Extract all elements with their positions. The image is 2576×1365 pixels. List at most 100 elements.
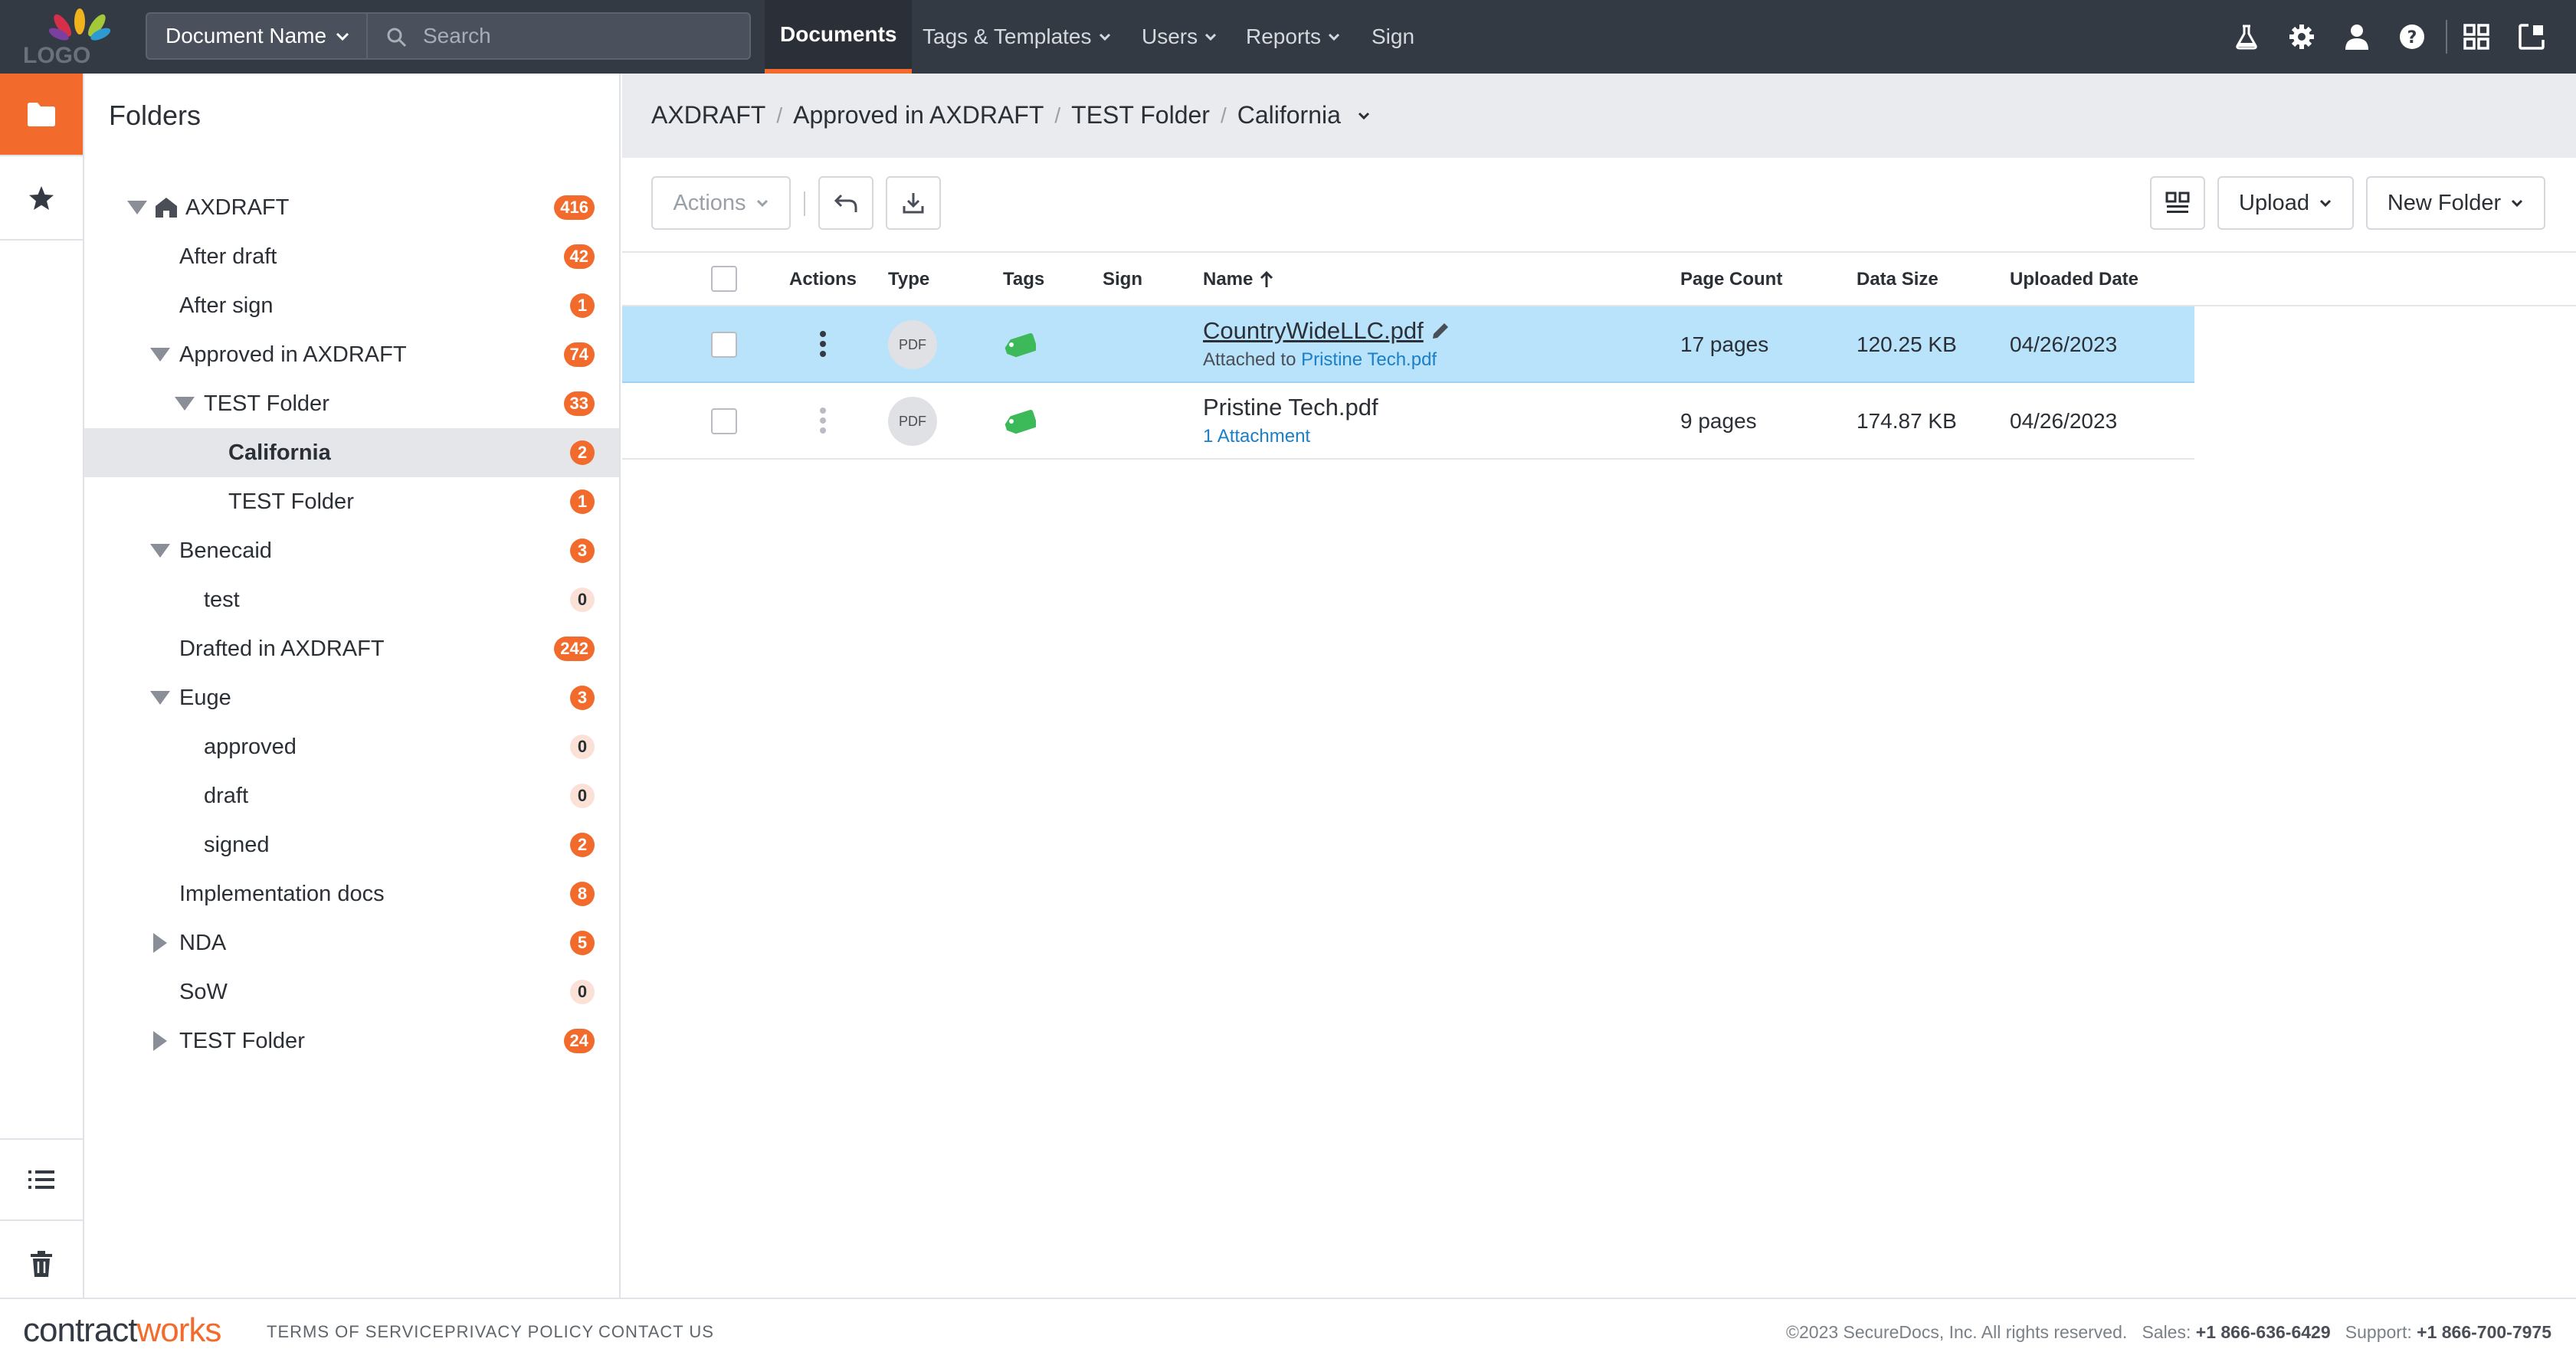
tree-item-approved-in-axdraft[interactable]: Approved in AXDRAFT 74 — [84, 330, 619, 379]
upload-button[interactable]: Upload — [2217, 176, 2354, 230]
select-all-checkbox[interactable] — [711, 266, 737, 292]
tree-item-signed[interactable]: signed 2 — [84, 820, 619, 869]
undo-button[interactable] — [818, 176, 873, 230]
page-count-cell: 17 pages — [1680, 332, 1769, 356]
app-logo[interactable]: LOGO — [15, 6, 130, 68]
tree-item-sow[interactable]: SoW 0 — [84, 967, 619, 1016]
tree-item-test-folder[interactable]: TEST Folder 33 — [84, 379, 619, 428]
tree-item-label: test — [204, 587, 240, 612]
apps-grid-icon[interactable] — [2460, 20, 2493, 54]
brand-part-a: contract — [23, 1311, 138, 1349]
attachments-link[interactable]: 1 Attachment — [1203, 426, 1310, 447]
new-folder-label: New Folder — [2387, 190, 2502, 215]
breadcrumb-item-approved[interactable]: Approved in AXDRAFT — [793, 101, 1044, 129]
search-icon — [387, 28, 407, 47]
table-row[interactable]: PDF CountryWideLLC.pdf Attached to Prist… — [622, 306, 2194, 383]
tree-item-label: AXDRAFT — [185, 195, 290, 220]
download-button[interactable] — [886, 176, 941, 230]
column-header-name[interactable]: Name — [1203, 253, 1274, 306]
count-badge: 1 — [570, 293, 595, 318]
tree-item-nda[interactable]: NDA 5 — [84, 918, 619, 967]
tag-icon[interactable] — [1001, 408, 1036, 435]
tab-reports-label: Reports — [1246, 25, 1322, 48]
tree-item-after-draft[interactable]: After draft 42 — [84, 232, 619, 281]
tree-item-label: California — [228, 440, 331, 465]
gear-icon[interactable] — [2285, 20, 2319, 54]
help-icon[interactable]: ? — [2395, 20, 2429, 54]
tab-reports[interactable]: Reports — [1231, 0, 1356, 74]
row-checkbox[interactable] — [711, 332, 737, 358]
document-name-dropdown[interactable]: Document Name — [146, 12, 368, 60]
tab-tags-templates-label: Tags & Templates — [923, 25, 1092, 48]
tree-item-drafted-in-axdraft[interactable]: Drafted in AXDRAFT 242 — [84, 624, 619, 673]
toolbar-divider — [804, 191, 805, 216]
terms-of-service-link[interactable]: TERMS OF SERVICE — [267, 1322, 444, 1342]
collapse-icon[interactable] — [150, 691, 170, 705]
collapse-icon[interactable] — [150, 544, 170, 558]
count-badge: 5 — [570, 931, 595, 955]
tree-item-test-folder-nested[interactable]: TEST Folder 1 — [84, 477, 619, 526]
column-header-type[interactable]: Type — [888, 253, 929, 306]
collapse-icon[interactable] — [150, 348, 170, 362]
rail-trash-button[interactable] — [0, 1223, 83, 1305]
tree-item-after-sign[interactable]: After sign 1 — [84, 281, 619, 330]
contact-us-link[interactable]: CONTACT US — [598, 1322, 714, 1342]
tree-item-test-folder-root[interactable]: TEST Folder 24 — [84, 1016, 619, 1065]
row-actions-kebab-icon[interactable] — [820, 331, 826, 357]
expand-icon[interactable] — [153, 933, 167, 953]
collapse-icon[interactable] — [127, 201, 147, 214]
expand-icon[interactable] — [153, 1031, 167, 1051]
tree-item-benecaid[interactable]: Benecaid 3 — [84, 526, 619, 575]
search-input[interactable]: Search — [366, 12, 751, 60]
tree-item-label: After draft — [179, 244, 277, 269]
view-toggle-button[interactable] — [2150, 176, 2205, 230]
breadcrumb-item-axdraft[interactable]: AXDRAFT — [651, 101, 765, 129]
count-badge: 242 — [554, 637, 595, 661]
tab-sign[interactable]: Sign — [1356, 0, 1430, 74]
tree-item-euge[interactable]: Euge 3 — [84, 673, 619, 722]
tree-item-draft[interactable]: draft 0 — [84, 771, 619, 820]
count-badge: 3 — [570, 538, 595, 563]
rail-favorites-button[interactable] — [0, 158, 83, 241]
table-row[interactable]: PDF Pristine Tech.pdf 1 Attachment 9 pag… — [622, 383, 2194, 460]
pdf-file-icon: PDF — [888, 320, 937, 369]
user-icon[interactable] — [2340, 20, 2374, 54]
breadcrumb-separator: / — [776, 103, 783, 127]
column-header-uploaded-date[interactable]: Uploaded Date — [2010, 253, 2138, 306]
column-header-data-size[interactable]: Data Size — [1857, 253, 1939, 306]
tree-item-axdraft[interactable]: AXDRAFT 416 — [84, 183, 619, 232]
tree-item-california[interactable]: California 2 — [84, 428, 619, 477]
collapse-icon[interactable] — [175, 397, 195, 411]
tree-item-implementation-docs[interactable]: Implementation docs 8 — [84, 869, 619, 918]
svg-text:?: ? — [2407, 28, 2417, 47]
flask-icon[interactable] — [2230, 20, 2263, 54]
privacy-policy-link[interactable]: PRIVACY POLICY — [444, 1322, 594, 1342]
tree-item-approved[interactable]: approved 0 — [84, 722, 619, 771]
row-actions-kebab-icon[interactable] — [820, 408, 826, 434]
row-checkbox[interactable] — [711, 408, 737, 434]
actions-dropdown-button[interactable]: Actions — [651, 176, 791, 230]
rail-list-button[interactable] — [0, 1138, 83, 1221]
file-name[interactable]: Pristine Tech.pdf — [1203, 394, 1378, 421]
tree-item-label: draft — [204, 783, 249, 808]
search-placeholder: Search — [423, 24, 491, 47]
edit-pencil-icon[interactable] — [1430, 320, 1451, 342]
column-header-page-count[interactable]: Page Count — [1680, 253, 1782, 306]
tab-documents[interactable]: Documents — [765, 0, 913, 74]
tab-tags-templates[interactable]: Tags & Templates — [907, 0, 1127, 74]
column-header-tags[interactable]: Tags — [1003, 253, 1044, 306]
file-name-link[interactable]: CountryWideLLC.pdf — [1203, 317, 1424, 345]
tree-item-test[interactable]: test 0 — [84, 575, 619, 624]
column-header-sign[interactable]: Sign — [1103, 253, 1142, 306]
chevron-down-icon — [336, 32, 349, 41]
breadcrumb-item-test-folder[interactable]: TEST Folder — [1071, 101, 1210, 129]
rail-folders-button[interactable] — [0, 74, 83, 156]
attached-to-link[interactable]: Pristine Tech.pdf — [1301, 349, 1437, 370]
sort-ascending-icon — [1260, 270, 1273, 287]
chevron-down-icon[interactable] — [1356, 108, 1372, 123]
tab-users[interactable]: Users — [1126, 0, 1233, 74]
switch-app-icon[interactable] — [2515, 20, 2548, 54]
tag-icon[interactable] — [1001, 331, 1036, 358]
contractworks-logo[interactable]: contractworks — [23, 1311, 221, 1350]
new-folder-button[interactable]: New Folder — [2366, 176, 2545, 230]
